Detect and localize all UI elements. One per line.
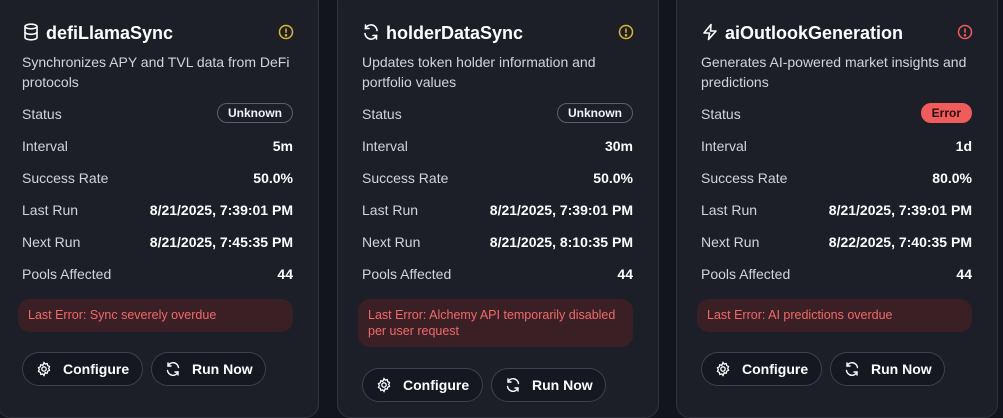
- last-run-row: Last Run 8/21/2025, 7:39:01 PM: [701, 199, 972, 221]
- next-run-row: Next Run 8/21/2025, 8:10:35 PM: [362, 231, 633, 253]
- last-run-value: 8/21/2025, 7:39:01 PM: [828, 202, 972, 218]
- card-title: defiLlamaSync: [46, 23, 174, 43]
- card-description: Synchronizes APY and TVL data from DeFi …: [22, 54, 290, 90]
- interval-value: 1d: [955, 138, 972, 154]
- pools-affected-value: 44: [277, 266, 293, 282]
- error-circle-icon: [957, 24, 973, 40]
- success-rate-value: 50.0%: [593, 170, 633, 186]
- card-title: holderDataSync: [386, 23, 524, 43]
- run-now-button[interactable]: Run Now: [151, 352, 266, 386]
- card-header: aiOutlookGeneration: [701, 22, 977, 46]
- success-rate-label: Success Rate: [362, 170, 449, 186]
- interval-value: 5m: [272, 138, 293, 154]
- next-run-label: Next Run: [362, 234, 421, 250]
- interval-value: 30m: [604, 138, 633, 154]
- pools-affected-label: Pools Affected: [362, 266, 452, 282]
- status-row: Status Unknown: [22, 103, 293, 125]
- warning-circle-icon: [278, 24, 294, 40]
- configure-button[interactable]: Configure: [362, 368, 483, 402]
- last-run-value: 8/21/2025, 7:39:01 PM: [149, 202, 293, 218]
- job-card-defillamasync: defiLlamaSync Synchronizes APY and TVL d…: [0, 0, 319, 418]
- interval-row: Interval 30m: [362, 135, 633, 157]
- last-error-message: Last Error: Alchemy API temporarily disa…: [358, 299, 633, 347]
- configure-button[interactable]: Configure: [22, 352, 143, 386]
- next-run-row: Next Run 8/21/2025, 7:45:35 PM: [22, 231, 293, 253]
- pools-affected-row: Pools Affected 44: [701, 263, 972, 285]
- card-header: holderDataSync: [362, 22, 638, 46]
- card-description: Generates AI-powered market insights and…: [701, 54, 967, 90]
- status-badge: Unknown: [217, 103, 293, 123]
- warning-circle-icon: [618, 24, 634, 40]
- job-card-aioutlookgeneration: aiOutlookGeneration Generates AI-powered…: [676, 0, 998, 418]
- next-run-value: 8/21/2025, 7:45:35 PM: [149, 234, 293, 250]
- lightning-icon: [703, 23, 717, 41]
- pools-affected-value: 44: [617, 266, 633, 282]
- last-run-row: Last Run 8/21/2025, 7:39:01 PM: [362, 199, 633, 221]
- last-run-row: Last Run 8/21/2025, 7:39:01 PM: [22, 199, 293, 221]
- success-rate-value: 80.0%: [932, 170, 972, 186]
- next-run-value: 8/21/2025, 8:10:35 PM: [489, 234, 633, 250]
- gear-icon: [377, 377, 391, 393]
- status-row: Status Error: [701, 103, 972, 125]
- interval-label: Interval: [362, 138, 408, 154]
- configure-label: Configure: [403, 377, 470, 393]
- refresh-icon: [845, 362, 859, 376]
- last-run-label: Last Run: [701, 202, 758, 218]
- status-label: Status: [22, 106, 62, 122]
- success-rate-label: Success Rate: [22, 170, 109, 186]
- success-rate-row: Success Rate 50.0%: [22, 167, 293, 189]
- next-run-value: 8/22/2025, 7:40:35 PM: [828, 234, 972, 250]
- interval-row: Interval 1d: [701, 135, 972, 157]
- pools-affected-row: Pools Affected 44: [22, 263, 293, 285]
- refresh-icon: [506, 378, 520, 392]
- success-rate-row: Success Rate 50.0%: [362, 167, 633, 189]
- next-run-label: Next Run: [22, 234, 81, 250]
- job-card-holderdatasync: holderDataSync Updates token holder info…: [337, 0, 659, 418]
- configure-button[interactable]: Configure: [701, 352, 822, 386]
- refresh-icon: [166, 362, 180, 376]
- interval-label: Interval: [22, 138, 68, 154]
- last-error-message: Last Error: Sync severely overdue: [18, 299, 293, 332]
- status-row: Status Unknown: [362, 103, 633, 125]
- card-title: aiOutlookGeneration: [725, 23, 904, 43]
- configure-label: Configure: [742, 361, 809, 377]
- success-rate-row: Success Rate 80.0%: [701, 167, 972, 189]
- status-badge: Error: [920, 103, 972, 123]
- last-run-label: Last Run: [362, 202, 419, 218]
- success-rate-label: Success Rate: [701, 170, 788, 186]
- pools-affected-label: Pools Affected: [701, 266, 791, 282]
- configure-label: Configure: [63, 361, 130, 377]
- next-run-label: Next Run: [701, 234, 760, 250]
- status-label: Status: [362, 106, 402, 122]
- card-description: Updates token holder information and por…: [362, 54, 596, 90]
- run-now-button[interactable]: Run Now: [830, 352, 945, 386]
- gear-icon: [716, 361, 730, 377]
- run-now-label: Run Now: [532, 377, 593, 393]
- success-rate-value: 50.0%: [253, 170, 293, 186]
- pools-affected-label: Pools Affected: [22, 266, 112, 282]
- run-now-label: Run Now: [871, 361, 932, 377]
- last-run-label: Last Run: [22, 202, 79, 218]
- last-error-message: Last Error: AI predictions overdue: [697, 299, 972, 332]
- refresh-icon: [364, 24, 378, 40]
- database-icon: [24, 23, 38, 41]
- status-label: Status: [701, 106, 741, 122]
- run-now-label: Run Now: [192, 361, 253, 377]
- pools-affected-value: 44: [956, 266, 972, 282]
- last-run-value: 8/21/2025, 7:39:01 PM: [489, 202, 633, 218]
- interval-label: Interval: [701, 138, 747, 154]
- gear-icon: [37, 361, 51, 377]
- run-now-button[interactable]: Run Now: [491, 368, 606, 402]
- next-run-row: Next Run 8/22/2025, 7:40:35 PM: [701, 231, 972, 253]
- card-header: defiLlamaSync: [22, 22, 298, 46]
- pools-affected-row: Pools Affected 44: [362, 263, 633, 285]
- status-badge: Unknown: [557, 103, 633, 123]
- interval-row: Interval 5m: [22, 135, 293, 157]
